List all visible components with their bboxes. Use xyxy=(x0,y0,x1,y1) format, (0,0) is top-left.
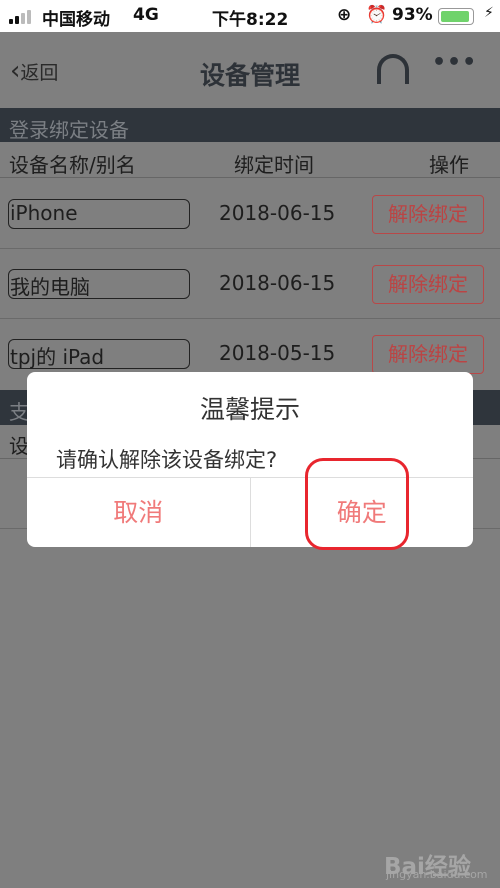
nav-bar: ‹返回 设备管理 ••• xyxy=(0,32,500,108)
alarm-icon: ⏰ xyxy=(366,5,388,25)
rotation-lock-icon: ⊕ xyxy=(337,5,352,25)
device-name-input[interactable]: 我的电脑 xyxy=(8,269,190,299)
col-action: 操作 xyxy=(429,153,469,177)
carrier: 中国移动 xyxy=(42,10,110,30)
device-name-input[interactable]: iPhone xyxy=(8,199,190,229)
bind-date: 2018-05-15 xyxy=(219,341,336,365)
device-name-input[interactable]: tpj的 iPad xyxy=(8,339,190,369)
column-headers: 设备名称/别名 绑定时间 操作 xyxy=(0,143,500,178)
dialog-title: 温馨提示 xyxy=(199,395,300,424)
table-row: iPhone 2018-06-15 解除绑定 xyxy=(0,179,500,249)
col-date: 绑定时间 xyxy=(234,153,314,177)
bind-date: 2018-06-15 xyxy=(219,201,336,225)
time: 下午8:22 xyxy=(212,10,289,30)
battery-percent: 93% xyxy=(392,5,433,25)
headset-icon[interactable] xyxy=(377,54,409,84)
highlight-callout xyxy=(305,458,409,550)
bind-date: 2018-06-15 xyxy=(219,271,336,295)
watermark-url: jingyan.baidu.com xyxy=(386,868,488,881)
unbind-button[interactable]: 解除绑定 xyxy=(372,265,484,304)
unbind-button[interactable]: 解除绑定 xyxy=(372,335,484,374)
charging-icon: ⚡ xyxy=(484,5,494,21)
more-icon[interactable]: ••• xyxy=(432,50,477,75)
signal-icon xyxy=(9,10,31,24)
network: 4G xyxy=(133,5,159,25)
unbind-button[interactable]: 解除绑定 xyxy=(372,195,484,234)
table-row: 我的电脑 2018-06-15 解除绑定 xyxy=(0,249,500,319)
cancel-button[interactable]: 取消 xyxy=(27,478,251,547)
section-header: 登录绑定设备 xyxy=(0,108,500,142)
status-bar: 中国移动 4G 下午8:22 ⊕ ⏰ 93% ⚡ xyxy=(0,0,500,32)
col-name: 设备名称/别名 xyxy=(9,153,136,177)
battery-icon xyxy=(438,8,474,25)
page-title: 设备管理 xyxy=(199,61,300,90)
dialog-message: 请确认解除该设备绑定? xyxy=(56,448,278,472)
